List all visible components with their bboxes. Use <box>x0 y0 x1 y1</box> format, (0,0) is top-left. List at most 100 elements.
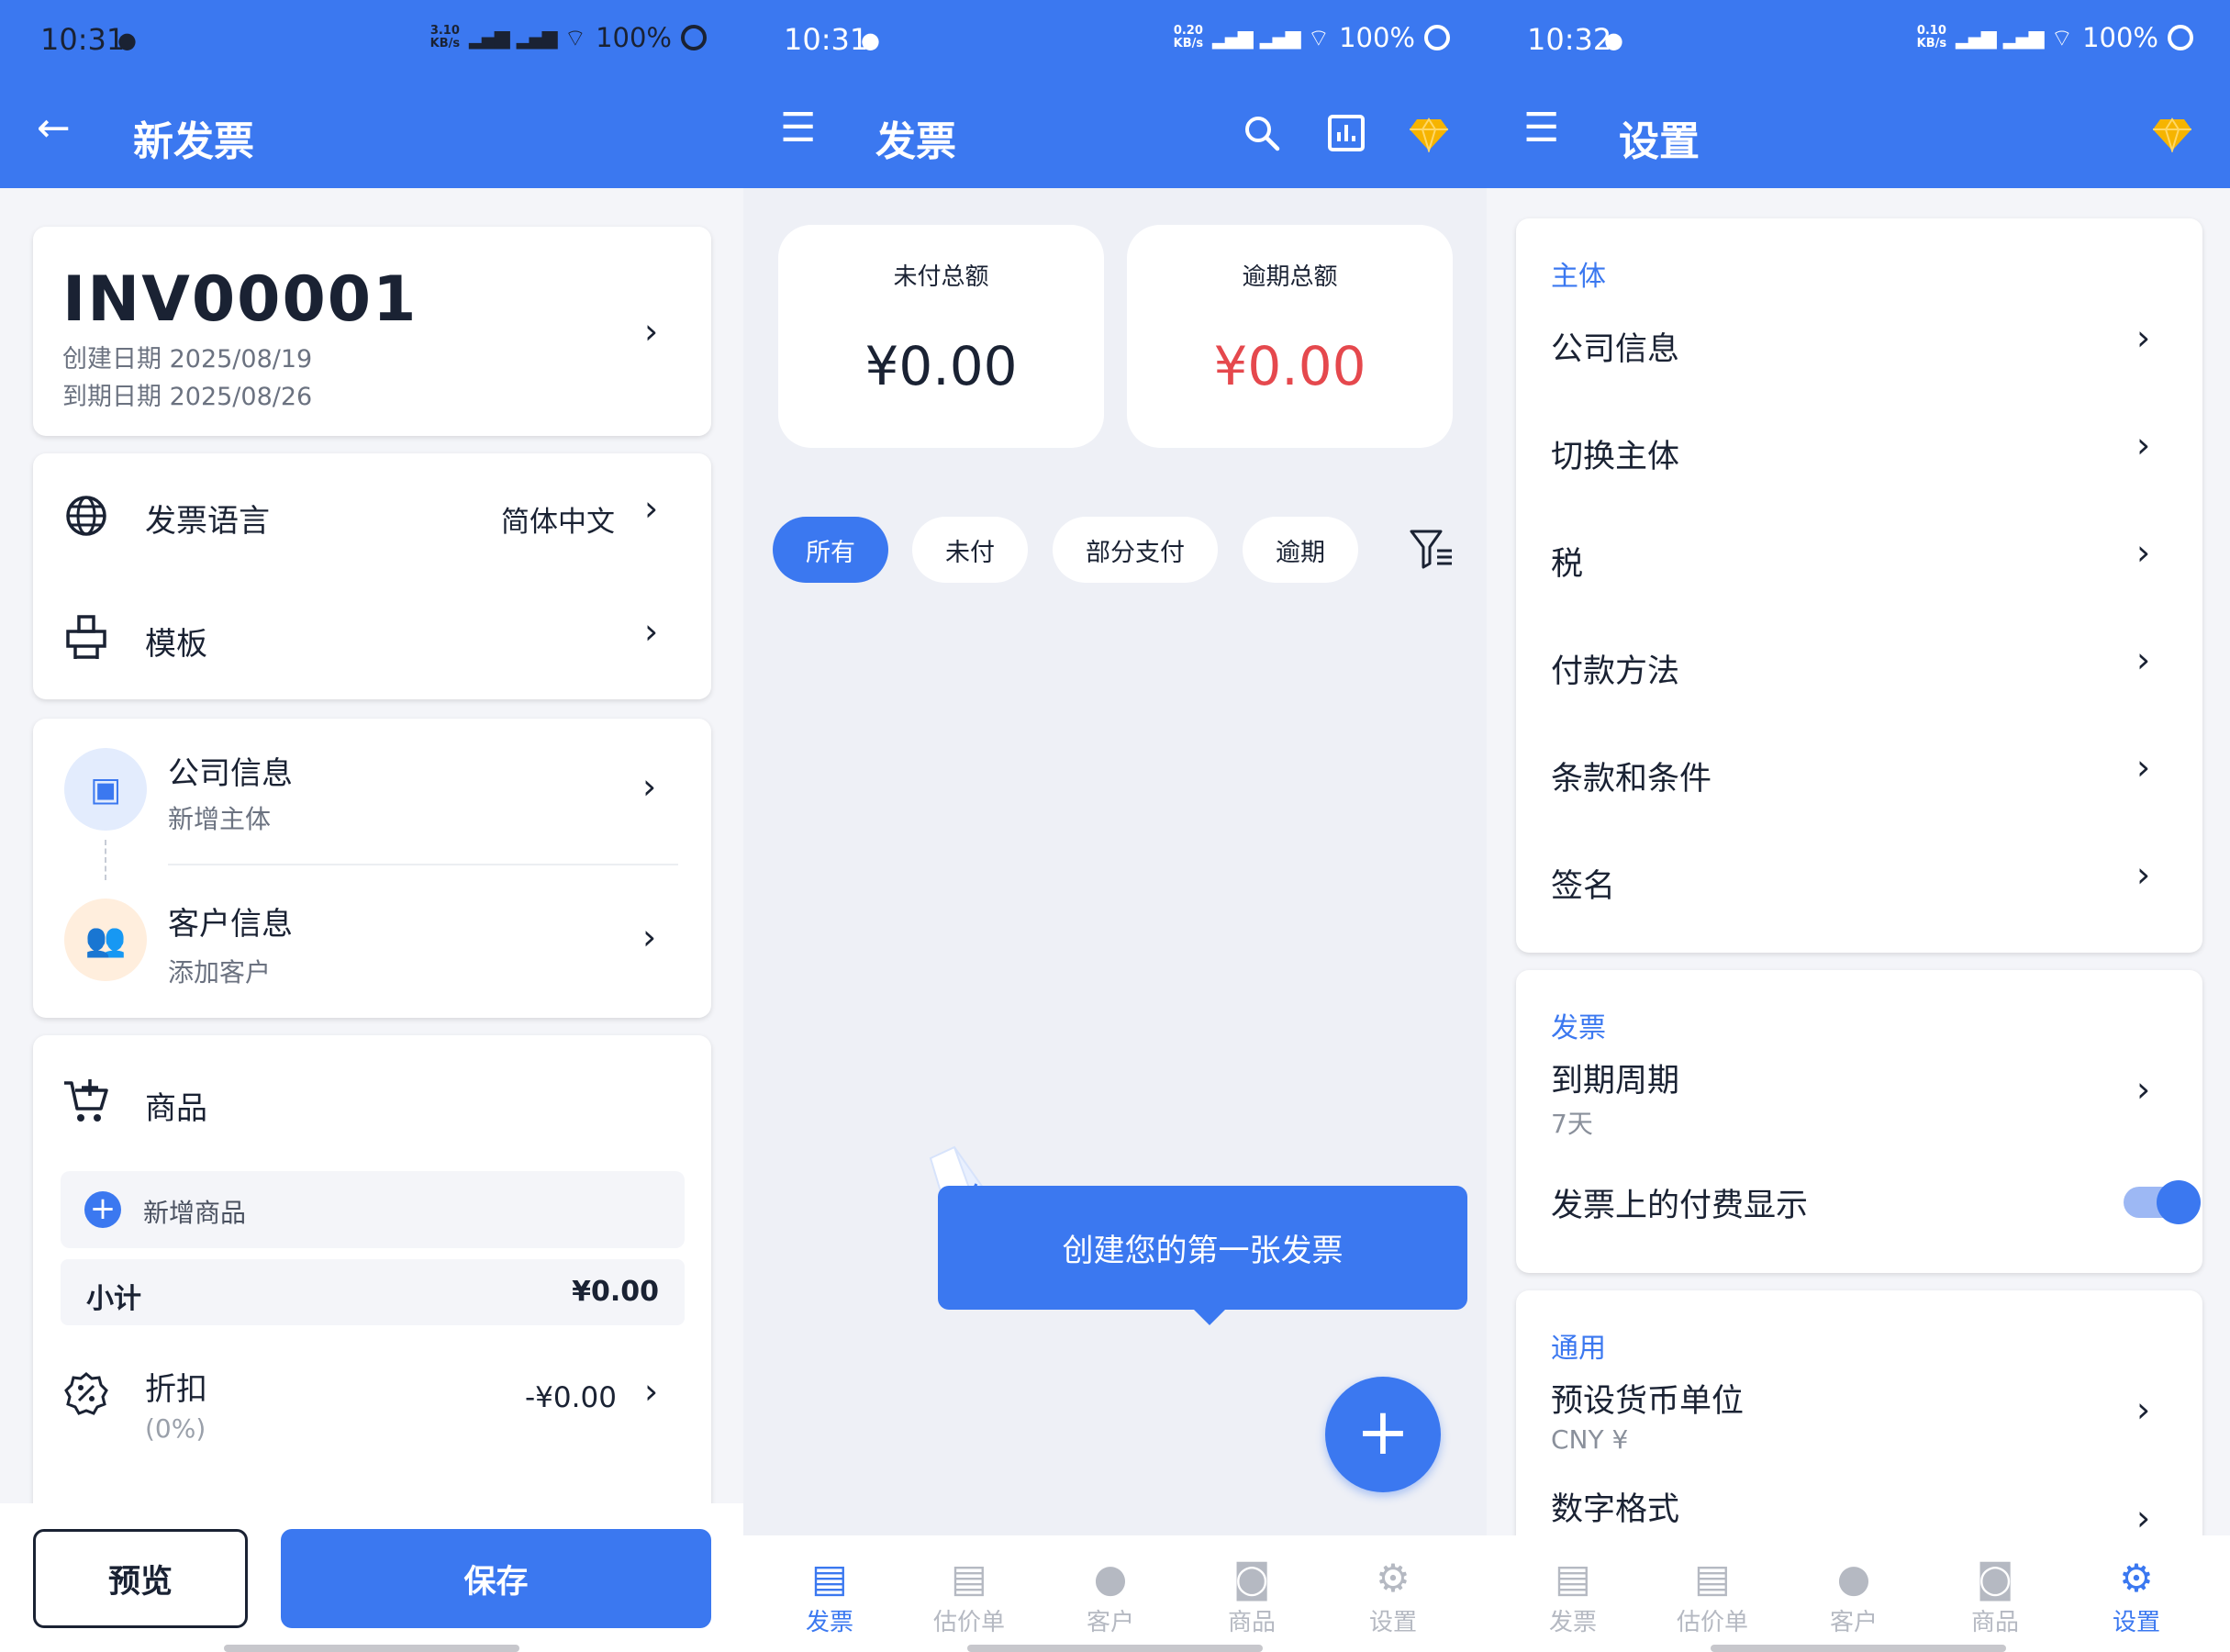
nav-settings[interactable]: ⚙ 设置 <box>2072 1556 2201 1637</box>
overdue-total-value: ¥0.00 <box>1213 335 1366 397</box>
back-arrow-icon[interactable]: ← <box>37 105 71 151</box>
home-indicator <box>1711 1645 2006 1652</box>
settings-screen: 10:32 ● 0.10KB/s ▂▄▆ ▂▄▆ ⌔ 100% ☰ 设置 主体 <box>1487 0 2230 1652</box>
menu-icon[interactable]: ☰ <box>780 105 816 151</box>
person-icon: ● <box>1093 1556 1128 1601</box>
chevron-right-icon: › <box>644 611 659 652</box>
search-icon[interactable] <box>1243 114 1281 152</box>
subtotal-value: ¥0.00 <box>572 1276 659 1308</box>
nav-invoices[interactable]: ▤ 发票 <box>1509 1556 1637 1637</box>
add-item-button[interactable]: + 新增商品 <box>61 1171 685 1248</box>
first-invoice-tooltip[interactable]: 创建您的第一张发票 <box>938 1186 1467 1310</box>
section-title-entity: 主体 <box>1551 261 1606 293</box>
nav-products-label: 商品 <box>1970 1609 2019 1636</box>
items-label: 商品 <box>145 1090 207 1127</box>
status-right: 0.10 KB/s ▂▄▆ ▂▄▆ ⌔ 100% <box>1917 22 2193 53</box>
overdue-total-card: 逾期总额 ¥0.00 <box>1127 225 1453 448</box>
chevron-right-icon: › <box>2136 1390 2151 1430</box>
signal-icon: ▂▄▆ <box>1212 26 1254 50</box>
entity-section-card: 主体 公司信息 › 切换主体 › 税 › 付款方法 › 条款和条件 › 签名 › <box>1516 218 2202 953</box>
nav-clients-label: 客户 <box>1086 1609 1134 1636</box>
menu-icon[interactable]: ☰ <box>1523 105 1559 151</box>
chevron-right-icon: › <box>2136 1498 2151 1538</box>
setting-label: 付款方法 <box>1551 653 1680 690</box>
save-button[interactable]: 保存 <box>281 1529 711 1628</box>
setting-label: 签名 <box>1551 868 1616 905</box>
chevron-right-icon: › <box>2136 425 2151 465</box>
document-icon: ▤ <box>951 1556 987 1601</box>
preview-button[interactable]: 预览 <box>33 1529 248 1628</box>
invoice-number-card[interactable]: INV00001 创建日期 2025/08/19 到期日期 2025/08/26… <box>33 227 711 436</box>
globe-icon <box>66 496 106 536</box>
nav-invoices-label: 发票 <box>1548 1609 1597 1636</box>
status-time: 10:31 <box>40 22 126 57</box>
network-speed: 0.20 KB/s <box>1173 24 1204 50</box>
nav-invoices-label: 发票 <box>805 1609 853 1636</box>
setting-label: 切换主体 <box>1551 439 1680 475</box>
invoice-number: INV00001 <box>62 263 418 336</box>
nav-settings[interactable]: ⚙ 设置 <box>1329 1556 1457 1637</box>
nav-estimates[interactable]: ▤ 估价单 <box>1648 1556 1777 1637</box>
subtotal-label: 小计 <box>86 1283 141 1315</box>
currency-value: CNY ¥ <box>1551 1424 1629 1455</box>
filter-chip-partial[interactable]: 部分支付 <box>1053 517 1218 583</box>
page-title: 发票 <box>875 118 956 165</box>
nav-products[interactable]: ◙ 商品 <box>1187 1556 1316 1637</box>
person-icon: ● <box>1836 1556 1871 1601</box>
network-speed: 3.10 KB/s <box>429 24 461 50</box>
filter-chip-all[interactable]: 所有 <box>773 517 888 583</box>
gear-icon: ⚙ <box>2119 1556 2154 1601</box>
status-bar: 10:32 ● 0.10 KB/s ▂▄▆ ▂▄▆ ⌔ 100% <box>1487 17 2230 62</box>
signal-icon: ▂▄▆ <box>2002 26 2045 50</box>
wifi-icon: ⌔ <box>2050 24 2074 52</box>
signal-icon: ▂▄▆ <box>1259 26 1301 50</box>
invoice-language-value: 简体中文 <box>501 506 615 539</box>
app-bar: 10:31 ● 0.20 KB/s ▂▄▆ ▂▄▆ ⌔ 100% ☰ 发票 <box>743 0 1487 188</box>
chevron-right-icon: › <box>2136 854 2151 895</box>
nav-clients[interactable]: ● 客户 <box>1790 1556 1918 1637</box>
network-speed: 0.10 KB/s <box>1916 24 1947 50</box>
company-id-card-icon: ▣ <box>64 748 147 831</box>
chevron-right-icon: › <box>642 917 657 957</box>
nav-settings-label: 设置 <box>2112 1609 2160 1636</box>
discount-value: -¥0.00 <box>525 1381 617 1414</box>
unpaid-total-value: ¥0.00 <box>864 335 1018 397</box>
status-right: 3.10 KB/s ▂▄▆ ▂▄▆ ⌔ 100% <box>430 22 707 53</box>
setting-label: 条款和条件 <box>1551 761 1712 798</box>
chevron-right-icon: › <box>2136 318 2151 358</box>
battery-icon <box>681 25 707 50</box>
wifi-icon: ⌔ <box>1307 24 1331 52</box>
items-card: 商品 + 新增商品 小计 ¥0.00 折扣 (0%) -¥0.00 › <box>33 1035 711 1549</box>
setting-label: 公司信息 <box>1551 331 1680 368</box>
add-invoice-fab[interactable]: + <box>1325 1377 1441 1492</box>
filter-chip-overdue[interactable]: 逾期 <box>1243 517 1358 583</box>
chevron-right-icon: › <box>644 488 659 529</box>
nav-clients[interactable]: ● 客户 <box>1046 1556 1175 1637</box>
wifi-icon: ⌔ <box>563 24 587 52</box>
app-bar: 10:31 ● 3.10 KB/s ▂▄▆ ▂▄▆ ⌔ 100% ← 新发票 <box>0 0 743 188</box>
app-bar: 10:32 ● 0.10 KB/s ▂▄▆ ▂▄▆ ⌔ 100% ☰ 设置 <box>1487 0 2230 188</box>
invoices-screen: 10:31 ● 0.20 KB/s ▂▄▆ ▂▄▆ ⌔ 100% ☰ 发票 未付… <box>743 0 1487 1652</box>
diamond-icon[interactable] <box>1408 117 1450 152</box>
filter-icon[interactable] <box>1410 529 1455 571</box>
parties-card: ▣ 公司信息 新增主体 › 👥 客户信息 添加客户 › <box>33 719 711 1018</box>
home-indicator <box>967 1645 1263 1652</box>
divider <box>168 864 678 865</box>
diamond-icon[interactable] <box>2151 117 2193 152</box>
home-indicator <box>224 1645 519 1652</box>
client-info-subtitle: 添加客户 <box>168 957 272 988</box>
filter-chip-unpaid[interactable]: 未付 <box>912 517 1028 583</box>
discount-percent: (0%) <box>145 1413 206 1444</box>
chart-icon[interactable] <box>1327 114 1366 152</box>
payment-display-toggle[interactable] <box>2124 1180 2201 1224</box>
company-info-title: 公司信息 <box>168 755 293 792</box>
battery-level: 100% <box>2082 22 2158 53</box>
wechat-icon: ● <box>1604 28 1623 53</box>
section-title-general: 通用 <box>1551 1333 1606 1365</box>
nav-products-label: 商品 <box>1227 1609 1276 1636</box>
signal-icon: ▂▄▆ <box>469 26 510 50</box>
signal-icon: ▂▄▆ <box>516 26 558 50</box>
nav-products[interactable]: ◙ 商品 <box>1931 1556 2059 1637</box>
nav-invoices[interactable]: ▤ 发票 <box>765 1556 894 1637</box>
nav-estimates[interactable]: ▤ 估价单 <box>905 1556 1033 1637</box>
